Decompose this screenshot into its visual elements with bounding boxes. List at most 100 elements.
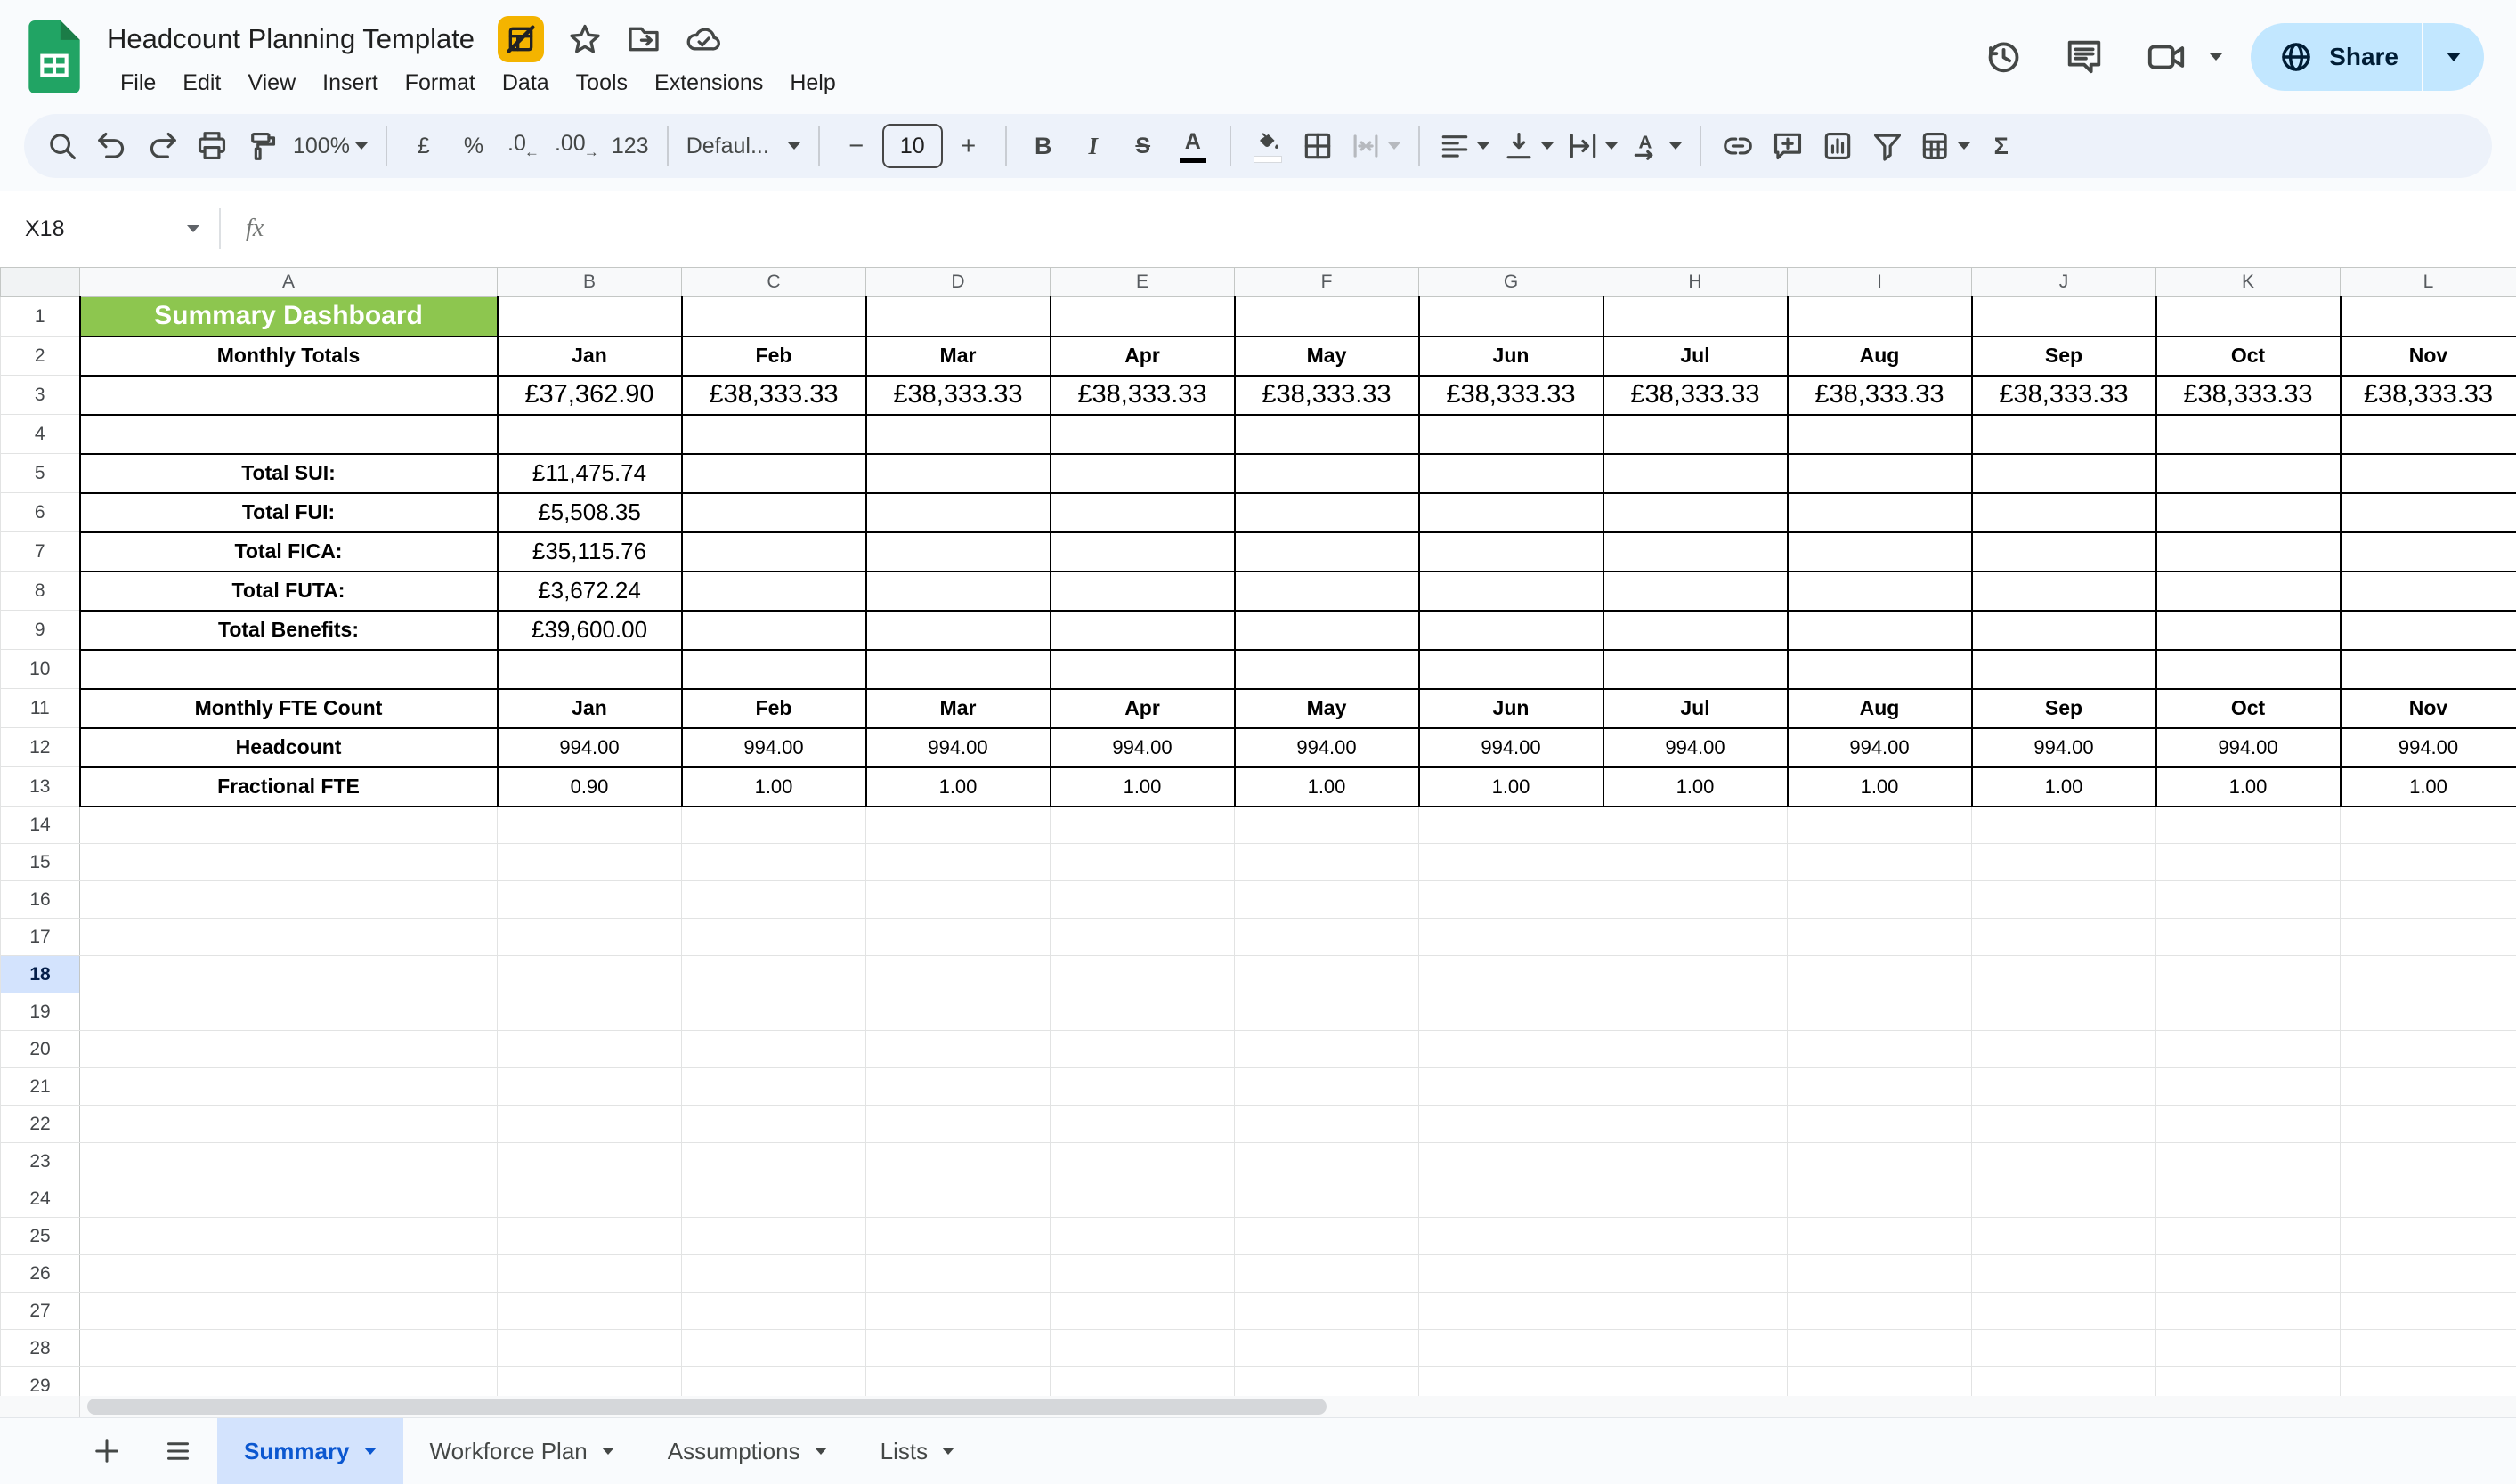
cell-H15[interactable] xyxy=(1603,844,1788,881)
video-call-caret-icon[interactable] xyxy=(2210,53,2222,61)
borders-button[interactable] xyxy=(1294,120,1342,172)
cell-D11[interactable]: Mar xyxy=(866,689,1051,728)
cell-B27[interactable] xyxy=(498,1293,682,1330)
cell-E26[interactable] xyxy=(1051,1255,1235,1293)
cell-F23[interactable] xyxy=(1235,1143,1419,1180)
cell-G11[interactable]: Jun xyxy=(1419,689,1603,728)
cell-H24[interactable] xyxy=(1603,1180,1788,1218)
cell-G26[interactable] xyxy=(1419,1255,1603,1293)
cell-K7[interactable] xyxy=(2156,532,2341,572)
cell-F4[interactable] xyxy=(1235,415,1419,454)
cell-A18[interactable] xyxy=(80,956,498,993)
cell-C15[interactable] xyxy=(682,844,866,881)
cell-F3[interactable]: £38,333.33 xyxy=(1235,376,1419,415)
cell-I20[interactable] xyxy=(1788,1031,1972,1068)
horizontal-scrollbar[interactable] xyxy=(87,1399,1327,1415)
cell-I28[interactable] xyxy=(1788,1330,1972,1367)
cell-L22[interactable] xyxy=(2341,1106,2516,1143)
row-header-20[interactable]: 20 xyxy=(1,1031,80,1068)
cell-L18[interactable] xyxy=(2341,956,2516,993)
cell-D16[interactable] xyxy=(866,881,1051,919)
cell-J21[interactable] xyxy=(1972,1068,2156,1106)
cell-F15[interactable] xyxy=(1235,844,1419,881)
cell-L4[interactable] xyxy=(2341,415,2516,454)
cell-K22[interactable] xyxy=(2156,1106,2341,1143)
cell-D6[interactable] xyxy=(866,493,1051,532)
cell-L10[interactable] xyxy=(2341,650,2516,689)
cell-A8[interactable]: Total FUTA: xyxy=(80,572,498,611)
cell-K29[interactable] xyxy=(2156,1367,2341,1397)
cell-B17[interactable] xyxy=(498,919,682,956)
cell-G29[interactable] xyxy=(1419,1367,1603,1397)
cell-B19[interactable] xyxy=(498,993,682,1031)
cell-H26[interactable] xyxy=(1603,1255,1788,1293)
cell-I4[interactable] xyxy=(1788,415,1972,454)
cell-J12[interactable]: 994.00 xyxy=(1972,728,2156,767)
cell-E20[interactable] xyxy=(1051,1031,1235,1068)
cell-I25[interactable] xyxy=(1788,1218,1972,1255)
cell-G13[interactable]: 1.00 xyxy=(1419,767,1603,807)
row-header-23[interactable]: 23 xyxy=(1,1143,80,1180)
cell-E5[interactable] xyxy=(1051,454,1235,493)
percent-format-button[interactable]: % xyxy=(450,120,498,172)
cell-D24[interactable] xyxy=(866,1180,1051,1218)
cell-E4[interactable] xyxy=(1051,415,1235,454)
cell-D1[interactable] xyxy=(866,297,1051,337)
cell-K4[interactable] xyxy=(2156,415,2341,454)
cell-D5[interactable] xyxy=(866,454,1051,493)
cell-C1[interactable] xyxy=(682,297,866,337)
decrease-decimal-button[interactable]: .0← xyxy=(499,120,548,172)
cell-F28[interactable] xyxy=(1235,1330,1419,1367)
column-header-K[interactable]: K xyxy=(2156,268,2341,297)
cell-D26[interactable] xyxy=(866,1255,1051,1293)
cell-L29[interactable] xyxy=(2341,1367,2516,1397)
cell-G25[interactable] xyxy=(1419,1218,1603,1255)
cell-K1[interactable] xyxy=(2156,297,2341,337)
cell-G23[interactable] xyxy=(1419,1143,1603,1180)
cell-I3[interactable]: £38,333.33 xyxy=(1788,376,1972,415)
cell-F12[interactable]: 994.00 xyxy=(1235,728,1419,767)
cell-B12[interactable]: 994.00 xyxy=(498,728,682,767)
cell-A24[interactable] xyxy=(80,1180,498,1218)
column-header-G[interactable]: G xyxy=(1419,268,1603,297)
cell-E7[interactable] xyxy=(1051,532,1235,572)
cell-D23[interactable] xyxy=(866,1143,1051,1180)
cell-D2[interactable]: Mar xyxy=(866,337,1051,376)
cell-G2[interactable]: Jun xyxy=(1419,337,1603,376)
cell-F8[interactable] xyxy=(1235,572,1419,611)
cell-C20[interactable] xyxy=(682,1031,866,1068)
cell-H5[interactable] xyxy=(1603,454,1788,493)
cell-D19[interactable] xyxy=(866,993,1051,1031)
insert-chart-button[interactable] xyxy=(1814,120,1862,172)
cell-B14[interactable] xyxy=(498,807,682,844)
currency-format-button[interactable]: £ xyxy=(400,120,448,172)
cell-K13[interactable]: 1.00 xyxy=(2156,767,2341,807)
cell-I11[interactable]: Aug xyxy=(1788,689,1972,728)
row-header-2[interactable]: 2 xyxy=(1,337,80,376)
cell-K17[interactable] xyxy=(2156,919,2341,956)
cell-A12[interactable]: Headcount xyxy=(80,728,498,767)
cell-G8[interactable] xyxy=(1419,572,1603,611)
cell-H4[interactable] xyxy=(1603,415,1788,454)
cell-K16[interactable] xyxy=(2156,881,2341,919)
cell-G6[interactable] xyxy=(1419,493,1603,532)
cell-B5[interactable]: £11,475.74 xyxy=(498,454,682,493)
cell-C25[interactable] xyxy=(682,1218,866,1255)
cell-F27[interactable] xyxy=(1235,1293,1419,1330)
row-header-27[interactable]: 27 xyxy=(1,1293,80,1330)
undo-button[interactable] xyxy=(88,120,136,172)
row-header-13[interactable]: 13 xyxy=(1,767,80,807)
insert-comment-button[interactable] xyxy=(1764,120,1812,172)
cell-J28[interactable] xyxy=(1972,1330,2156,1367)
cell-H27[interactable] xyxy=(1603,1293,1788,1330)
row-header-10[interactable]: 10 xyxy=(1,650,80,689)
cell-H14[interactable] xyxy=(1603,807,1788,844)
column-header-J[interactable]: J xyxy=(1972,268,2156,297)
cell-K12[interactable]: 994.00 xyxy=(2156,728,2341,767)
cell-L14[interactable] xyxy=(2341,807,2516,844)
cell-A17[interactable] xyxy=(80,919,498,956)
cell-F6[interactable] xyxy=(1235,493,1419,532)
cell-H11[interactable]: Jul xyxy=(1603,689,1788,728)
cell-B11[interactable]: Jan xyxy=(498,689,682,728)
cell-J19[interactable] xyxy=(1972,993,2156,1031)
